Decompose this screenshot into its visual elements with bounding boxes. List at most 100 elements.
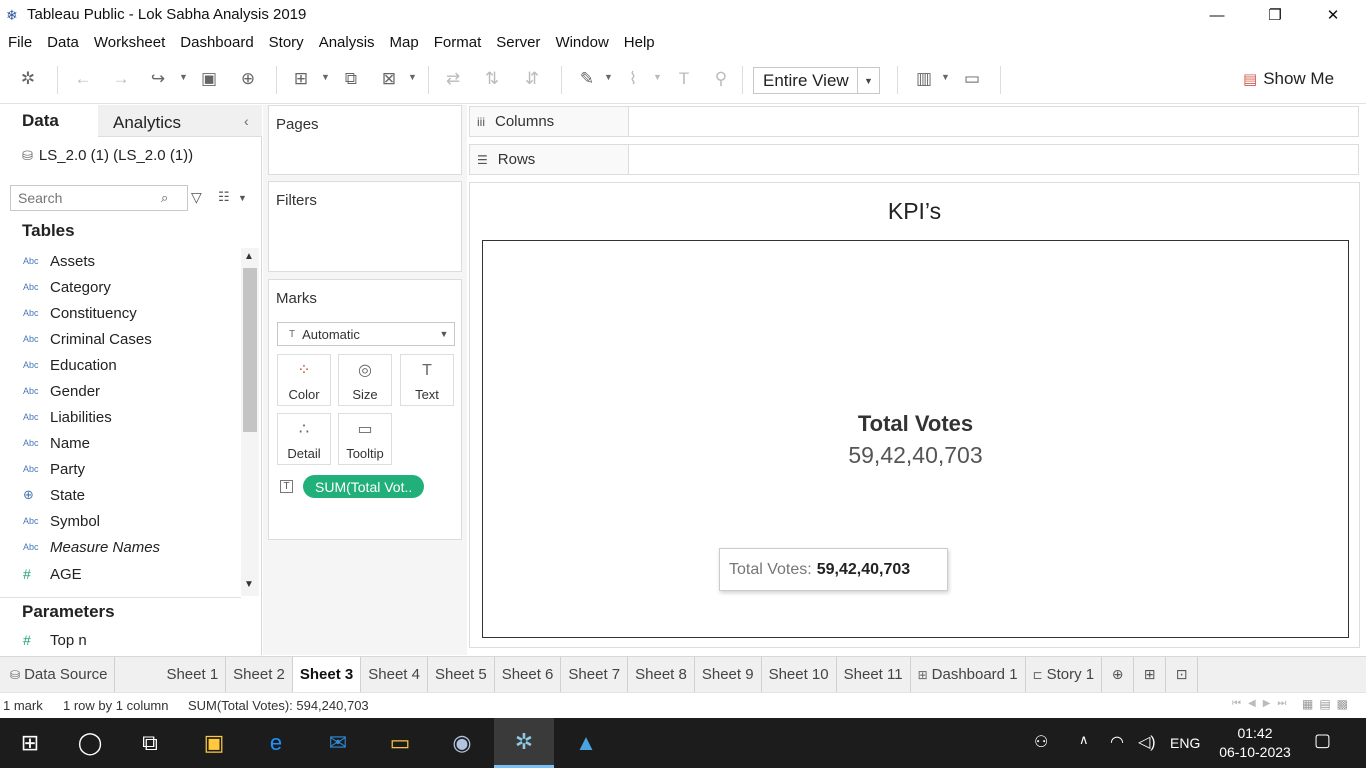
show-me-button[interactable]: ▤ Show Me [1243,69,1334,89]
tableau-home-icon[interactable]: ✲ [17,68,39,90]
menu-story[interactable]: Story [269,34,304,51]
tooltip-button[interactable]: ▭ Tooltip [338,413,392,465]
field-item[interactable]: ⊕ State [0,482,240,508]
field-item[interactable]: Abc Education [0,352,240,378]
sort-descending-icon[interactable]: ⇵ [521,68,543,90]
highlight-dropdown-icon[interactable]: ▼ [604,72,613,82]
swap-dropdown-icon[interactable]: ▼ [179,72,188,82]
tray-chevron-icon[interactable]: ∧ [1079,732,1089,748]
tab-dashboard-1[interactable]: ⊞ Dashboard 1 [911,657,1026,692]
field-item[interactable]: Abc Category [0,274,240,300]
swap-icon[interactable]: ↪ [147,68,169,90]
size-button[interactable]: ◎ Size [338,354,392,406]
file-explorer-icon[interactable]: ▭ [370,718,430,768]
new-worksheet-icon[interactable]: ⊞ [290,68,312,90]
restore-button[interactable]: ❐ [1246,0,1304,30]
mail-icon[interactable]: ✉ [308,718,368,768]
tab-sheet-6[interactable]: Sheet 6 [495,657,562,692]
clear-sheet-icon[interactable]: ⊠ [378,68,400,90]
rows-shelf[interactable]: ☰ Rows [469,144,1359,175]
field-item[interactable]: Abc Measure Names [0,534,240,560]
tab-sheet-7[interactable]: Sheet 7 [561,657,629,692]
field-item[interactable]: # AGE [0,561,240,587]
search-field[interactable]: ⌕ [10,185,188,211]
fix-axes-icon[interactable]: ⚲ [710,68,732,90]
field-item[interactable]: Abc Symbol [0,508,240,534]
new-worksheet-tab-icon[interactable]: ⊕ [1102,657,1135,692]
measure-pill[interactable]: SUM(Total Vot.. [303,475,425,498]
tab-sheet-2[interactable]: Sheet 2 [226,657,293,692]
menu-data[interactable]: Data [47,34,79,51]
undo-icon[interactable]: ← [72,68,94,90]
highlight-icon[interactable]: ✎ [576,68,598,90]
menu-worksheet[interactable]: Worksheet [94,34,165,51]
new-datasource-icon[interactable]: ⊕ [237,68,259,90]
duplicate-icon[interactable]: ⧉ [340,68,362,90]
field-item[interactable]: Abc Liabilities [0,404,240,430]
columns-shelf[interactable]: iii Columns [469,106,1359,137]
text-button[interactable]: T Text [400,354,454,406]
task-view-icon[interactable]: ⧉ [120,718,180,768]
view-list-dropdown-icon[interactable]: ▼ [238,193,247,203]
field-item[interactable]: Abc Constituency [0,300,240,326]
parameter-item[interactable]: # Top n [23,629,87,651]
view-area[interactable]: Total Votes 59,42,40,703 Total Votes: 59… [482,240,1349,638]
system-clock[interactable]: 01:42 06-10-2023 [1205,724,1305,762]
minimize-button[interactable]: — [1188,0,1246,30]
menu-analysis[interactable]: Analysis [319,34,375,51]
volume-icon[interactable]: ◁) [1138,732,1156,752]
scroll-down-icon[interactable]: ▼ [244,579,254,590]
group-dropdown-icon[interactable]: ▼ [653,72,662,82]
filter-icon[interactable]: ▽ [191,189,202,206]
menu-dashboard[interactable]: Dashboard [180,34,253,51]
menu-map[interactable]: Map [390,34,419,51]
tab-data-source[interactable]: ⛁ Data Source [0,657,116,692]
tab-analytics[interactable]: Analytics [98,105,262,137]
presentation-mode-icon[interactable]: ▭ [961,68,983,90]
swap-rows-columns-icon[interactable]: ⇄ [442,68,464,90]
field-item[interactable]: Abc Party [0,456,240,482]
fit-view-select[interactable]: Entire View ▼ [753,67,880,94]
new-dashboard-tab-icon[interactable]: ⊞ [1134,657,1167,692]
field-item[interactable]: Abc Assets [0,248,240,274]
kpi-label[interactable]: Total Votes [483,411,1348,437]
people-icon[interactable]: ⚇ [1034,732,1048,752]
menu-format[interactable]: Format [434,34,482,51]
scroll-up-icon[interactable]: ▲ [244,251,254,262]
menu-help[interactable]: Help [624,34,655,51]
tab-story-1[interactable]: ⊏ Story 1 [1026,657,1103,692]
store-icon[interactable]: ▣ [184,718,244,768]
redo-icon[interactable]: → [110,68,132,90]
clear-dropdown-icon[interactable]: ▼ [408,72,417,82]
tab-sheet-4[interactable]: Sheet 4 [361,657,428,692]
search-circle-icon[interactable]: ◯ [60,718,120,768]
tableau-taskbar-icon[interactable]: ✲ [494,718,554,768]
sort-ascending-icon[interactable]: ⇅ [481,68,503,90]
tab-sheet-8[interactable]: Sheet 8 [628,657,695,692]
scrollbar-thumb[interactable] [243,268,257,432]
color-button[interactable]: ⁘ Color [277,354,331,406]
sheet-title[interactable]: KPI’s [470,198,1359,225]
menu-server[interactable]: Server [496,34,540,51]
windows-start-icon[interactable]: ⊞ [0,718,60,768]
search-input[interactable] [11,190,161,206]
tab-sheet-5[interactable]: Sheet 5 [428,657,495,692]
menu-window[interactable]: Window [555,34,608,51]
filters-card[interactable]: Filters [268,181,462,272]
tab-sheet-3[interactable]: Sheet 3 [292,657,362,692]
collapse-pane-icon[interactable]: ‹ [244,113,249,129]
new-worksheet-dropdown-icon[interactable]: ▼ [321,72,330,82]
kpi-value[interactable]: 59,42,40,703 [483,442,1348,469]
pages-card[interactable]: Pages [268,105,462,175]
field-item[interactable]: Abc Name [0,430,240,456]
tab-sheet-10[interactable]: Sheet 10 [762,657,837,692]
camera-icon[interactable]: ◉ [432,718,492,768]
tab-sheet-9[interactable]: Sheet 9 [695,657,762,692]
language-indicator[interactable]: ENG [1170,735,1200,751]
show-labels-icon[interactable]: T [673,68,695,90]
notifications-icon[interactable]: ▢ [1314,730,1331,751]
edge-icon[interactable]: e [246,718,306,768]
mark-type-select[interactable]: T Automatic ▼ [277,322,455,346]
new-story-tab-icon[interactable]: ⊡ [1166,657,1199,692]
wifi-icon[interactable]: ◠ [1110,732,1124,752]
